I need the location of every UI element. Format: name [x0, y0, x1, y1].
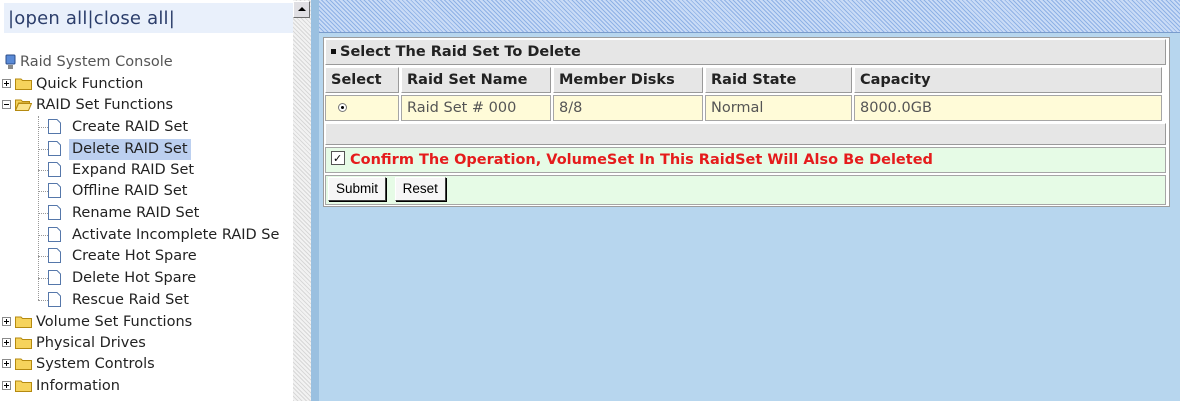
expand-plus-icon[interactable] [2, 381, 11, 390]
select-cell [325, 95, 399, 121]
tree-label: Activate Incomplete RAID Se [72, 227, 280, 243]
tree-root[interactable]: Raid System Console [0, 52, 290, 73]
tree-label: Physical Drives [36, 335, 146, 351]
page-icon [48, 227, 61, 242]
expand-plus-icon[interactable] [2, 359, 11, 368]
tree-toggle-bar[interactable]: |open all|close all| [4, 3, 294, 33]
column-header-raid-state: Raid State [705, 67, 852, 93]
page-icon [48, 205, 61, 220]
tree-label: Delete RAID Set [69, 139, 191, 160]
page-icon [48, 248, 61, 263]
header-hatch-band [319, 0, 1180, 33]
tree-label: System Controls [36, 356, 155, 372]
tree-item-quick-function[interactable]: Quick Function [0, 74, 290, 95]
expand-plus-icon[interactable] [2, 317, 11, 326]
page-icon [48, 141, 61, 156]
tree-label: Offline RAID Set [72, 183, 188, 199]
tree-item-physical-drives[interactable]: Physical Drives [0, 333, 290, 354]
submit-button[interactable]: Submit [328, 177, 387, 201]
open-close-all-links[interactable]: |open all|close all| [8, 8, 175, 29]
section-title: Select The Raid Set To Delete [325, 39, 1166, 65]
page-icon [48, 270, 61, 285]
tree-item-rescue-raid-set[interactable]: Rescue Raid Set [0, 290, 290, 311]
tree-item-raid-set-functions[interactable]: RAID Set Functions [0, 95, 290, 116]
tree-item-rename-raid-set[interactable]: Rename RAID Set [0, 203, 290, 224]
confirm-checkbox[interactable] [331, 148, 345, 171]
member-disks-cell: 8/8 [553, 95, 703, 121]
button-row: Submit Reset [325, 175, 1166, 205]
delete-raid-set-form: Select The Raid Set To Delete Select Rai… [323, 37, 1170, 207]
raid-state-cell: Normal [705, 95, 852, 121]
tree-label: Expand RAID Set [72, 162, 195, 178]
tree-label: Information [36, 378, 120, 394]
navigation-pane: |open all|close all| Raid System Console… [0, 0, 296, 401]
tree-item-system-controls[interactable]: System Controls [0, 354, 290, 375]
tree-item-offline-raid-set[interactable]: Offline RAID Set [0, 181, 290, 202]
page-icon [48, 183, 61, 198]
page-icon [48, 292, 61, 307]
tree-label: Volume Set Functions [36, 314, 193, 330]
tree-label: Delete Hot Spare [72, 270, 197, 286]
tree-item-expand-raid-set[interactable]: Expand RAID Set [0, 160, 290, 181]
tree-item-delete-hot-spare[interactable]: Delete Hot Spare [0, 268, 290, 289]
console-icon [5, 54, 16, 69]
raid-set-radio[interactable] [338, 103, 347, 112]
frame-divider[interactable] [311, 0, 319, 401]
folder-icon [15, 380, 32, 392]
column-header-member-disks: Member Disks [553, 67, 703, 93]
reset-button[interactable]: Reset [394, 177, 446, 201]
column-header-raid-set-name: Raid Set Name [401, 67, 551, 93]
raid-set-name-cell: Raid Set # 000 [401, 95, 551, 121]
folder-icon [15, 78, 32, 90]
scroll-up-arrow-icon[interactable] [293, 1, 310, 18]
expand-plus-icon[interactable] [2, 338, 11, 347]
section-title-text: Select The Raid Set To Delete [340, 44, 581, 60]
tree-root-label: Raid System Console [20, 54, 173, 70]
tree-label: Create Hot Spare [72, 248, 197, 264]
page-icon [48, 119, 61, 134]
tree-item-create-raid-set[interactable]: Create RAID Set [0, 117, 290, 138]
tree-item-information[interactable]: Information [0, 376, 290, 397]
column-header-capacity: Capacity [854, 67, 1162, 93]
tree-item-activate-incomplete-raid-set[interactable]: Activate Incomplete RAID Se [0, 225, 290, 246]
tree-item-create-hot-spare[interactable]: Create Hot Spare [0, 246, 290, 267]
confirm-row: Confirm The Operation, VolumeSet In This… [325, 147, 1166, 173]
expand-plus-icon[interactable] [2, 79, 11, 88]
tree-label: Create RAID Set [72, 119, 189, 135]
open-folder-icon [15, 99, 32, 111]
column-header-select: Select [325, 67, 399, 93]
tree-label: RAID Set Functions [36, 97, 174, 113]
folder-icon [15, 358, 32, 370]
table-row: Raid Set # 000 8/8 Normal 8000.0GB [324, 94, 1169, 122]
tree-item-volume-set-functions[interactable]: Volume Set Functions [0, 312, 290, 333]
folder-icon [15, 337, 32, 349]
folder-icon [15, 316, 32, 328]
page-icon [48, 162, 61, 177]
scrollbar-track[interactable] [293, 0, 311, 401]
content-pane: Select The Raid Set To Delete Select Rai… [319, 0, 1180, 401]
bullet-icon [331, 49, 336, 54]
confirm-message: Confirm The Operation, VolumeSet In This… [350, 152, 933, 168]
capacity-cell: 8000.0GB [854, 95, 1162, 121]
tree-item-delete-raid-set[interactable]: Delete RAID Set [0, 139, 290, 160]
collapse-minus-icon[interactable] [2, 100, 11, 109]
tree-label: Rename RAID Set [72, 205, 200, 221]
table-header-row: Select Raid Set Name Member Disks Raid S… [324, 66, 1169, 94]
spacer-row [325, 123, 1166, 145]
tree-label: Quick Function [36, 76, 144, 92]
tree-label: Rescue Raid Set [72, 292, 189, 308]
